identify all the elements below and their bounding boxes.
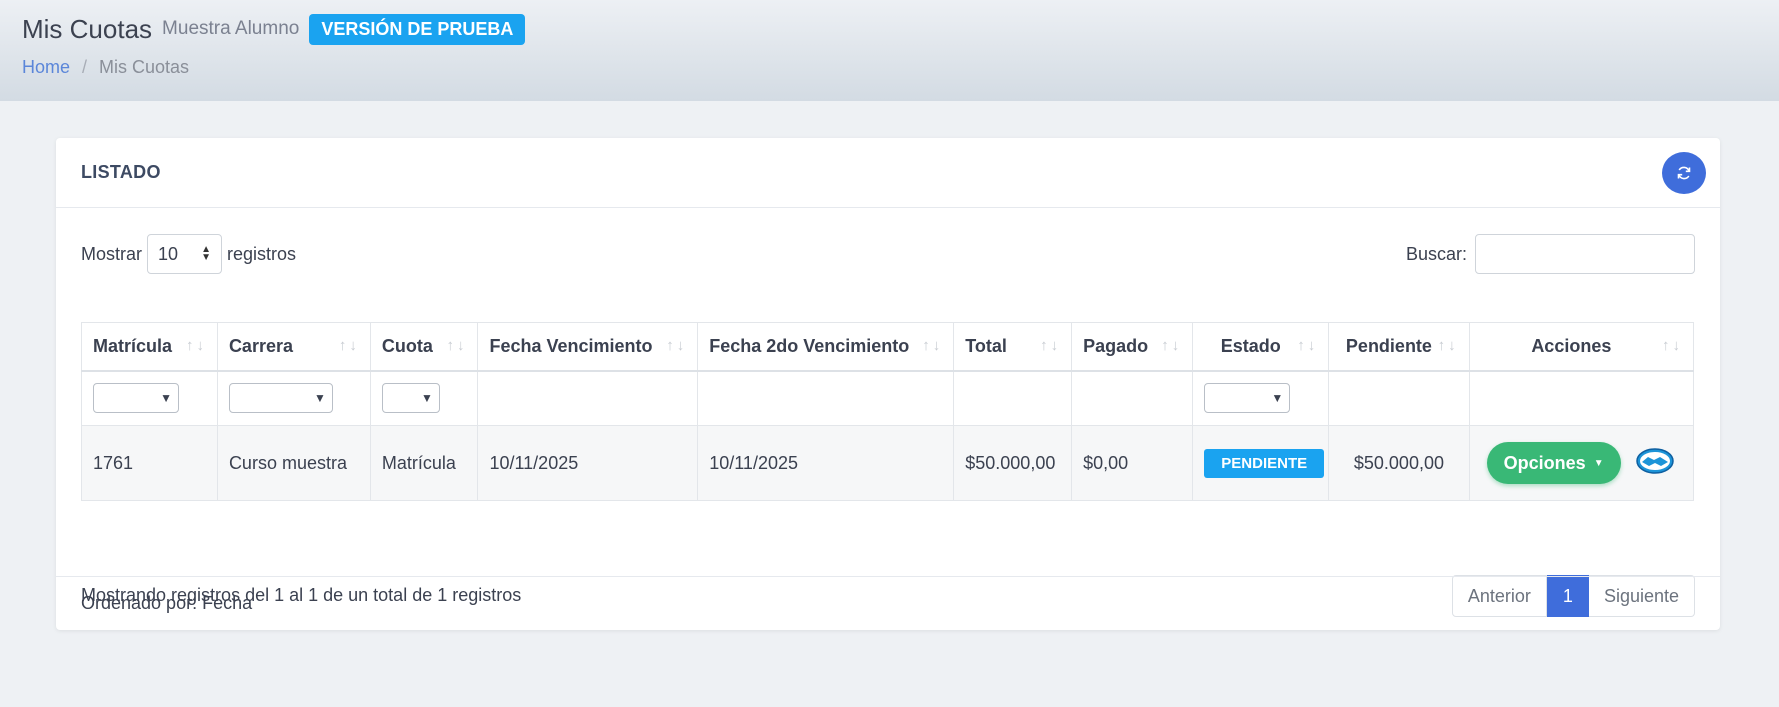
length-value: 10 <box>158 243 179 264</box>
filter-carrera-select[interactable]: ▼ <box>228 383 333 414</box>
cell-cuota: Matrícula <box>369 425 479 501</box>
caret-down-icon: ▼ <box>1593 457 1604 469</box>
breadcrumb: Home / Mis Cuotas <box>22 57 1757 78</box>
breadcrumb-separator: / <box>82 57 88 77</box>
col-header-cuota[interactable]: Cuota ↑↓ <box>369 322 479 372</box>
cell-carrera: Curso muestra <box>216 425 371 501</box>
search-input[interactable] <box>1475 234 1695 274</box>
chevron-down-icon: ▼ <box>1271 391 1284 406</box>
sort-icon: ↑↓ <box>338 337 360 354</box>
col-header-acciones[interactable]: Acciones ↑↓ <box>1468 322 1695 372</box>
col-header-estado[interactable]: Estado ↑↓ <box>1192 322 1330 372</box>
refresh-icon <box>1677 166 1691 179</box>
sort-icon: ↑↓ <box>666 337 688 354</box>
col-header-matricula[interactable]: Matrícula ↑↓ <box>81 322 218 372</box>
chevron-down-icon: ▼ <box>420 391 433 406</box>
cuotas-table: Matrícula ↑↓ Carrera ↑↓ Cuota ↑↓ Fecha Venc… <box>81 322 1695 501</box>
cell-total: $50.000,00 <box>953 425 1073 501</box>
col-header-pagado[interactable]: Pagado ↑↓ <box>1071 322 1194 372</box>
page-title: Mis Cuotas <box>22 13 153 44</box>
chevron-down-icon: ▼ <box>314 391 326 406</box>
filter-matricula-select[interactable]: ▼ <box>93 383 179 414</box>
sort-icon: ↑↓ <box>922 337 944 354</box>
table-header-row: Matrícula ↑↓ Carrera ↑↓ Cuota ↑↓ Fecha Venc… <box>81 322 1695 372</box>
length-select[interactable]: 10 ▲ ▼ <box>147 234 223 274</box>
table-row: 1761 Curso muestra Matrícula 10/11/2025 … <box>81 425 1695 501</box>
search-control: Buscar: <box>1406 234 1695 274</box>
cell-estado: PENDIENTE <box>1192 425 1330 501</box>
filter-estado-select[interactable]: ▼ <box>1204 383 1291 414</box>
sort-icon: ↑↓ <box>1040 337 1062 354</box>
card-header: LISTADO <box>56 138 1720 208</box>
breadcrumb-home-link[interactable]: Home <box>22 57 70 78</box>
chevron-down-icon: ▼ <box>160 391 172 406</box>
sort-icon: ↑↓ <box>1662 337 1683 354</box>
page-subtitle: Muestra Alumno <box>162 18 300 39</box>
filter-cuota-select[interactable]: ▼ <box>381 383 440 414</box>
mercadopago-handshake-icon[interactable] <box>1635 447 1674 480</box>
filter-row: ▼ ▼ ▼ ▼ <box>81 370 1695 426</box>
cell-matricula: 1761 <box>81 425 218 501</box>
breadcrumb-current: Mis Cuotas <box>99 57 190 77</box>
refresh-button[interactable] <box>1662 151 1706 194</box>
cell-pagado: $0,00 <box>1071 425 1194 501</box>
trial-badge: VERSIÓN DE PRUEBA <box>309 13 526 45</box>
col-header-pendiente[interactable]: Pendiente ↑↓ <box>1328 322 1470 372</box>
sort-icon: ↑↓ <box>185 337 207 354</box>
opciones-button[interactable]: Opciones ▼ <box>1486 442 1621 484</box>
cell-pendiente: $50.000,00 <box>1328 425 1470 501</box>
card-title: LISTADO <box>81 162 161 182</box>
sort-icon: ↑↓ <box>446 337 468 354</box>
card-body: Mostrar 10 ▲ ▼ registros Buscar: Matrícul… <box>56 208 1720 617</box>
sort-icon: ↑↓ <box>1437 337 1459 354</box>
length-suffix: registros <box>227 243 297 264</box>
col-header-carrera[interactable]: Carrera ↑↓ <box>216 322 371 372</box>
col-header-fecha-2do-vencimiento[interactable]: Fecha 2do Vencimiento ↑↓ <box>697 322 955 372</box>
card-footer: Ordenado por: Fecha <box>56 576 1720 630</box>
search-label: Buscar: <box>1405 243 1467 264</box>
updown-icon: ▲ ▼ <box>201 244 212 263</box>
sort-icon: ↑↓ <box>1161 337 1183 354</box>
status-badge: PENDIENTE <box>1204 448 1325 478</box>
length-prefix: Mostrar <box>81 243 143 264</box>
cell-fecha-vencimiento: 10/11/2025 <box>477 425 699 501</box>
listado-card: LISTADO Mostrar 10 ▲▼ registros Buscar: <box>56 138 1720 630</box>
col-header-total[interactable]: Total ↑↓ <box>953 322 1073 372</box>
sort-icon: ↑↓ <box>1297 337 1319 354</box>
length-control: Mostrar 10 ▲ ▼ registros <box>81 234 296 274</box>
cell-fecha-2do-vencimiento: 10/11/2025 <box>697 425 955 501</box>
col-header-fecha-vencimiento[interactable]: Fecha Vencimiento ↑↓ <box>477 322 699 372</box>
cell-acciones: Opciones ▼ <box>1468 425 1695 501</box>
page-header: Mis Cuotas Muestra Alumno VERSIÓN DE PRU… <box>0 0 1779 101</box>
